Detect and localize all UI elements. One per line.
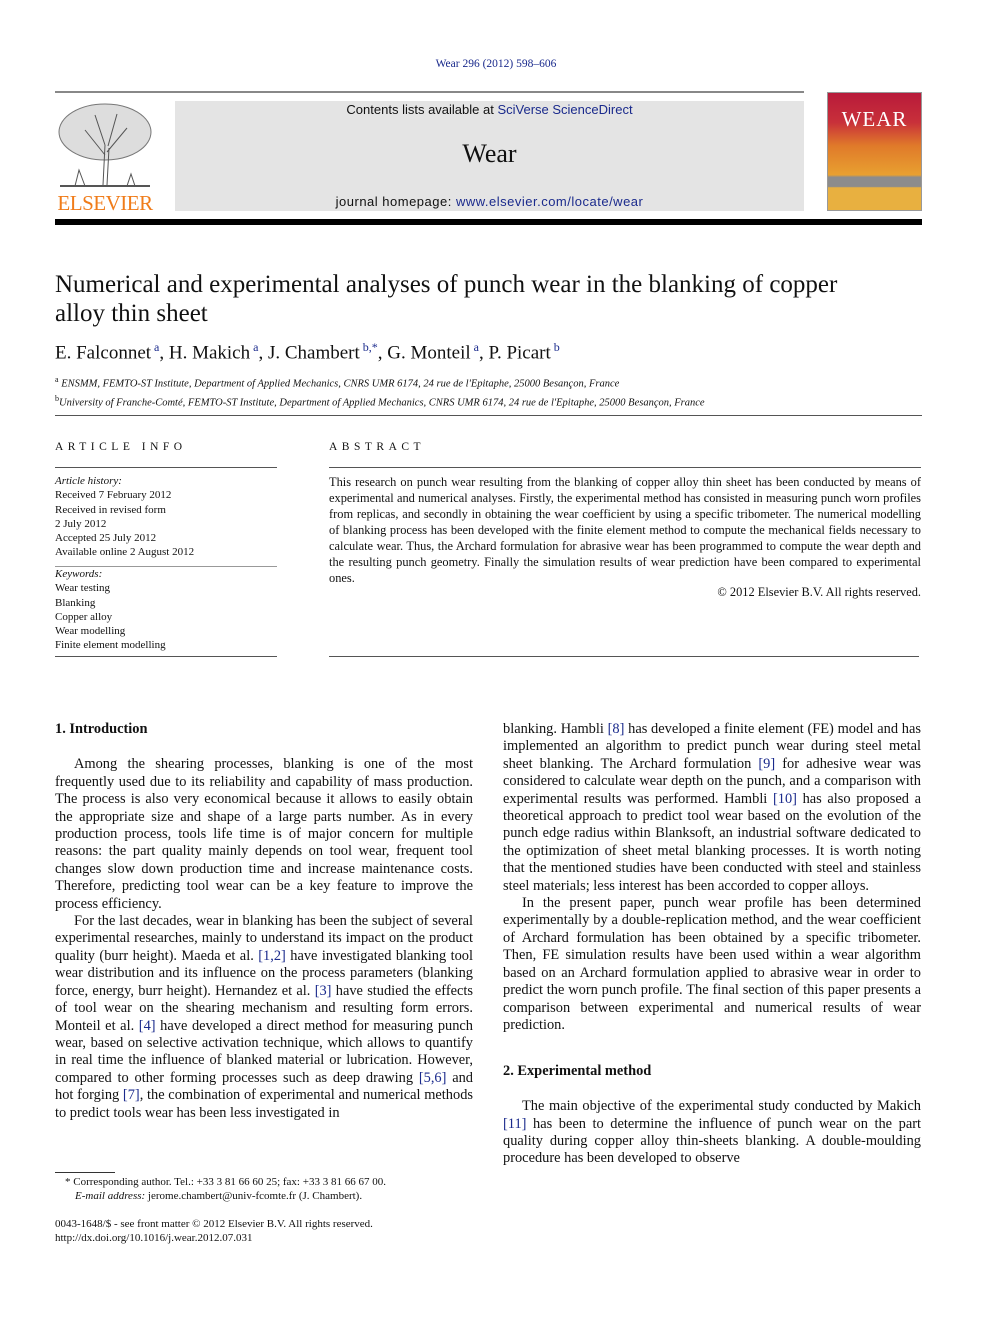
journal-cover-image: WEAR	[827, 92, 922, 211]
keyword: Wear testing	[55, 582, 111, 595]
email-label: E-mail address:	[75, 1190, 146, 1202]
affiliation-marker: a	[55, 375, 59, 384]
divider	[55, 415, 922, 416]
article-title: Numerical and experimental analyses of p…	[55, 271, 838, 327]
keywords: Keywords: Wear testing Blanking Copper a…	[55, 567, 277, 653]
keywords-label: Keywords:	[55, 568, 103, 580]
author-name: J. Chambert	[267, 342, 360, 364]
affiliation-b: bUniversity of Franche-Comté, FEMTO-ST I…	[55, 392, 705, 411]
history-item: Received 7 February 2012	[55, 489, 172, 502]
journal-name: Wear	[462, 139, 517, 168]
contents-line: Contents lists available at SciVerse Sci…	[175, 102, 804, 117]
email-address: jerome.chambert@univ-fcomte.fr (J. Chamb…	[147, 1190, 363, 1202]
author-affiliation-marker[interactable]: b	[551, 340, 560, 354]
homepage-link[interactable]: www.elsevier.com/locate/wear	[456, 194, 643, 209]
body-paragraph: In the present paper, punch wear profile…	[503, 895, 921, 1033]
cover-title: WEAR	[841, 107, 908, 131]
abstract-text: This research on punch wear resulting fr…	[329, 475, 921, 585]
divider	[329, 656, 919, 657]
reference-link[interactable]: [8]	[608, 721, 625, 737]
author-name: G. Monteil	[387, 342, 471, 364]
journal-banner: Contents lists available at SciVerse Sci…	[175, 101, 804, 211]
author-list: E. Falconnet a, H. Makich a, J. Chambert…	[55, 340, 560, 364]
body-paragraph: Among the shearing processes, blanking i…	[55, 756, 473, 912]
keyword: Finite element modelling	[55, 639, 166, 652]
header-divider	[55, 219, 922, 225]
author-affiliation-marker[interactable]: a	[250, 340, 258, 354]
abstract-copyright: © 2012 Elsevier B.V. All rights reserved…	[717, 585, 921, 599]
keyword: Blanking	[55, 596, 96, 609]
elsevier-wordmark: ELSEVIER	[57, 191, 153, 215]
article-history: Article history: Received 7 February 201…	[55, 474, 277, 560]
corresponding-author-note: * Corresponding author. Tel.: +33 3 81 6…	[65, 1176, 386, 1188]
footnote: * Corresponding author. Tel.: +33 3 81 6…	[55, 1175, 386, 1203]
body-paragraph: blanking. Hambli [8] has developed a fin…	[503, 721, 921, 894]
reference-link[interactable]: [7]	[123, 1087, 140, 1103]
section-heading-experimental-method: 2. Experimental method	[503, 1063, 652, 1080]
author-affiliation-marker[interactable]: b,*	[360, 340, 378, 354]
article-info-heading: ARTICLE INFO	[55, 441, 187, 453]
homepage-line: journal homepage: www.elsevier.com/locat…	[175, 194, 804, 209]
divider	[55, 91, 804, 93]
reference-link[interactable]: [1,2]	[258, 948, 286, 964]
footnote-divider	[55, 1172, 115, 1173]
body-column-left: 1. Introduction Among the shearing proce…	[55, 721, 473, 1122]
body-paragraph: For the last decades, wear in blanking h…	[55, 913, 474, 1121]
affiliation-text: University of Franche-Comté, FEMTO-ST In…	[59, 397, 705, 408]
author-affiliation-marker[interactable]: a	[471, 340, 479, 354]
reference-link[interactable]: [10]	[773, 791, 797, 807]
keyword: Copper alloy	[55, 610, 113, 623]
front-matter: 0043-1648/$ - see front matter © 2012 El…	[55, 1217, 373, 1245]
author-name: E. Falconnet	[55, 342, 152, 364]
contents-prefix: Contents lists available at	[346, 102, 498, 117]
reference-link[interactable]: [4]	[139, 1018, 156, 1034]
author-affiliation-marker[interactable]: a	[151, 340, 159, 354]
journal-citation[interactable]: Wear 296 (2012) 598–606	[0, 58, 992, 70]
history-item: Available online 2 August 2012	[55, 546, 195, 559]
author-name: H. Makich	[168, 342, 251, 364]
section-heading-introduction: 1. Introduction	[55, 721, 148, 737]
reference-link[interactable]: [11]	[503, 1116, 526, 1132]
sciencedirect-link[interactable]: SciVerse ScienceDirect	[497, 102, 632, 117]
doi-link[interactable]: http://dx.doi.org/10.1016/j.wear.2012.07…	[55, 1231, 373, 1245]
keyword: Wear modelling	[55, 625, 126, 638]
affiliations: a ENSMM, FEMTO-ST Institute, Department …	[55, 373, 705, 410]
history-item: Accepted 25 July 2012	[55, 532, 157, 545]
history-item: Received in revised form	[55, 503, 166, 516]
history-item: 2 July 2012	[55, 517, 107, 530]
divider	[55, 656, 277, 657]
affiliation-a: a ENSMM, FEMTO-ST Institute, Department …	[55, 373, 705, 392]
affiliation-text: ENSMM, FEMTO-ST Institute, Department of…	[61, 378, 620, 390]
reference-link[interactable]: [3]	[315, 983, 332, 999]
history-label: Article history:	[55, 475, 122, 487]
body-paragraph: The main objective of the experimental s…	[503, 1098, 921, 1167]
front-matter-line: 0043-1648/$ - see front matter © 2012 El…	[55, 1218, 373, 1230]
author-name: P. Picart	[488, 342, 551, 364]
body-column-right: blanking. Hambli [8] has developed a fin…	[503, 721, 921, 1168]
reference-link[interactable]: [9]	[758, 756, 775, 772]
citation-link[interactable]: Wear 296 (2012) 598–606	[436, 58, 557, 70]
reference-link[interactable]: [5,6]	[419, 1070, 447, 1086]
divider	[329, 467, 921, 468]
homepage-prefix: journal homepage:	[335, 194, 456, 209]
email-line: E-mail address: jerome.chambert@univ-fco…	[65, 1189, 386, 1203]
divider	[55, 467, 277, 468]
abstract-heading: ABSTRACT	[329, 441, 426, 453]
